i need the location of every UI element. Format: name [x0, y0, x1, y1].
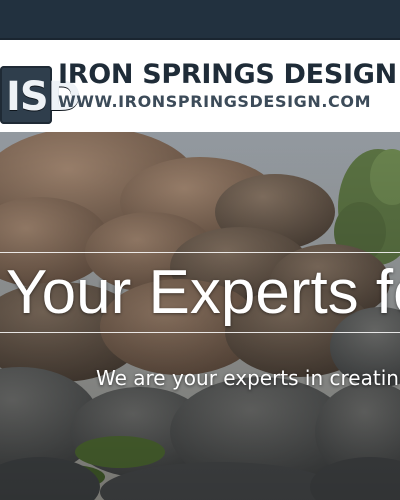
hero-subheadline: We are your experts in creatin [96, 366, 399, 390]
headline-bottom-rule [0, 332, 400, 333]
site-logo[interactable]: ISD IRON SPRINGS DESIGN WWW.IRONSPRINGSD… [0, 60, 400, 130]
hero-headline: Your Experts fo [6, 258, 400, 327]
company-name: IRON SPRINGS DESIGN [58, 59, 397, 90]
site-header: ISD IRON SPRINGS DESIGN WWW.IRONSPRINGSD… [0, 40, 400, 132]
logo-wordmark: IRON SPRINGS DESIGN WWW.IRONSPRINGSDESIG… [58, 59, 397, 112]
headline-top-rule [0, 252, 400, 253]
top-navigation-bar [0, 0, 400, 40]
company-url: WWW.IRONSPRINGSDESIGN.COM [58, 92, 372, 111]
logo-mark: ISD [0, 66, 81, 124]
hero-banner: Your Experts fo We are your experts in c… [0, 132, 400, 500]
